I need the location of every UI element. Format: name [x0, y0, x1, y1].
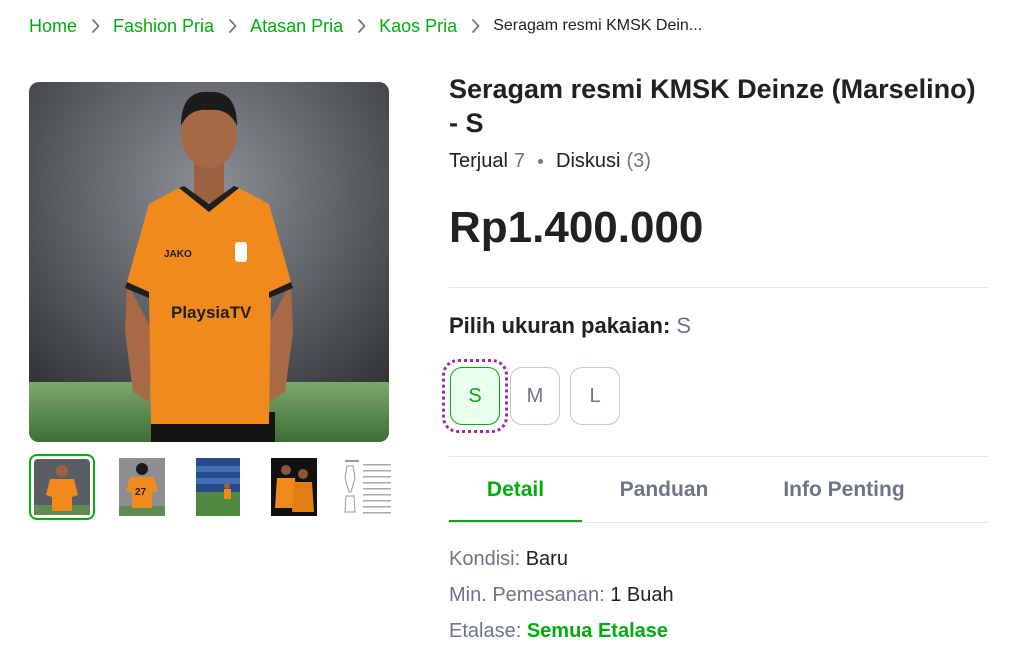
svg-text:27: 27: [135, 487, 147, 498]
product-price: Rp1.400.000: [449, 203, 704, 252]
kondisi-label: Kondisi:: [449, 548, 521, 570]
chevron-right-icon: [457, 19, 493, 33]
tab-panduan-label: Panduan: [619, 478, 709, 501]
tab-info-penting-label: Info Penting: [783, 478, 905, 501]
chevron-right-icon: [77, 19, 113, 33]
selected-size-value: S: [676, 313, 692, 338]
detail-etalase: Etalase: Semua Etalase: [449, 620, 668, 643]
jersey-sponsor-text: PlaysiaTV: [171, 303, 252, 322]
tab-detail-label: Detail: [486, 478, 545, 501]
thumbnail-stadium-photo[interactable]: [185, 454, 251, 520]
size-option-l[interactable]: L: [570, 367, 620, 425]
detail-min-pemesanan: Min. Pemesanan: 1 Buah: [449, 584, 674, 607]
svg-text:JAKO: JAKO: [164, 249, 192, 260]
etalase-label: Etalase:: [449, 620, 522, 642]
breadcrumb-atasan-pria[interactable]: Atasan Pria: [250, 16, 343, 37]
thumbnail-front-photo[interactable]: [29, 454, 95, 520]
thumbnail-team-photo[interactable]: [261, 454, 327, 520]
tab-panduan[interactable]: Panduan: [599, 458, 729, 522]
divider: [449, 456, 989, 457]
breadcrumb-fashion-pria[interactable]: Fashion Pria: [113, 16, 214, 37]
sold-count: 7: [513, 150, 526, 172]
breadcrumb: Home Fashion Pria Atasan Pria Kaos Pria …: [29, 14, 702, 38]
thumbnail-back-photo[interactable]: 27: [109, 454, 175, 520]
breadcrumb-home[interactable]: Home: [29, 16, 77, 37]
discussion-count[interactable]: (3): [627, 150, 651, 173]
product-stats: Terjual 7 Diskusi (3): [449, 150, 651, 173]
size-selector-label: Pilih ukuran pakaian: S: [449, 313, 691, 339]
product-main-image[interactable]: JAKO PlaysiaTV: [29, 82, 389, 442]
size-label-text: Pilih ukuran pakaian:: [449, 313, 671, 338]
sold-label: Terjual: [449, 150, 508, 172]
divider: [449, 287, 989, 288]
chevron-right-icon: [214, 19, 250, 33]
etalase-link[interactable]: Semua Etalase: [527, 620, 668, 642]
breadcrumb-kaos-pria[interactable]: Kaos Pria: [379, 16, 457, 37]
discussion-link[interactable]: Diskusi: [556, 150, 620, 173]
thumbnail-strip: 27: [29, 454, 393, 520]
min-pemesanan-label: Min. Pemesanan:: [449, 584, 605, 606]
size-option-s[interactable]: S: [450, 367, 500, 425]
product-title: Seragam resmi KMSK Deinze (Marselino) - …: [449, 74, 976, 138]
divider: [449, 522, 989, 523]
tab-info-penting[interactable]: Info Penting: [769, 458, 919, 522]
chevron-right-icon: [343, 19, 379, 33]
separator-dot: [538, 159, 544, 164]
tab-detail[interactable]: Detail: [449, 458, 582, 523]
min-pemesanan-value: 1 Buah: [610, 584, 674, 606]
breadcrumb-current: Seragam resmi KMSK Dein...: [493, 17, 703, 34]
kondisi-value: Baru: [525, 548, 568, 570]
size-option-m[interactable]: M: [510, 367, 560, 425]
detail-kondisi: Kondisi: Baru: [449, 548, 568, 571]
product-tabs: Detail Panduan Info Penting: [449, 458, 989, 523]
thumbnail-size-chart[interactable]: [333, 454, 399, 520]
